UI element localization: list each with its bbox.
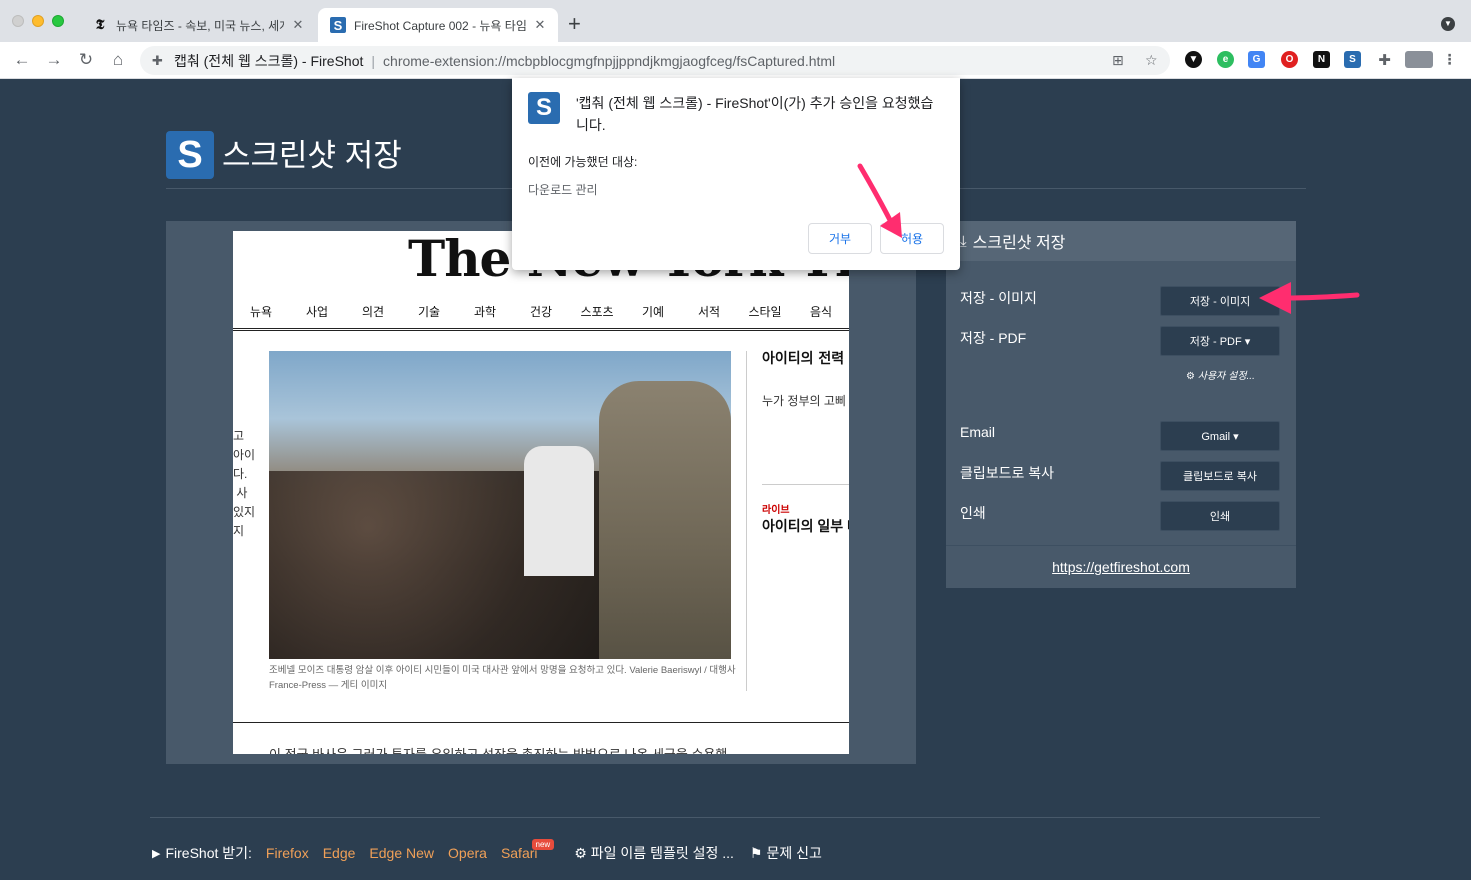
- new-tab-button[interactable]: +: [568, 11, 581, 37]
- forward-icon[interactable]: →: [44, 50, 64, 70]
- fireshot-popup-icon: S: [528, 92, 560, 124]
- footer: ▶ FireShot 받기: Firefox Edge Edge New Ope…: [152, 838, 822, 863]
- profile-avatar[interactable]: [1405, 51, 1433, 68]
- close-tab-icon[interactable]: ✕: [290, 17, 306, 33]
- play-icon: ▶: [152, 847, 161, 860]
- translate-icon[interactable]: ⊞: [1112, 52, 1124, 69]
- save-pdf-label: 저장 - PDF: [960, 330, 1027, 346]
- save-panel: ⤓ 스크린샷 저장 저장 - 이미지 저장 - 이미지 저장 - PDF 저장 …: [946, 221, 1296, 588]
- news-photo: [269, 351, 731, 659]
- more-menu-icon[interactable]: ⋮: [1441, 51, 1458, 68]
- fireshot-favicon-icon: S: [330, 17, 346, 33]
- arrow-annotation-save-image: [1259, 282, 1360, 314]
- nav-item: 건강: [529, 305, 553, 319]
- google-translate-icon[interactable]: G: [1248, 51, 1265, 68]
- back-icon[interactable]: ←: [12, 50, 32, 70]
- photo-figure: [524, 446, 594, 576]
- get-fireshot: ▶ FireShot 받기:: [152, 843, 252, 863]
- reload-icon[interactable]: ↻: [76, 50, 96, 70]
- screenshot-preview[interactable]: The New York Times 뉴욕 사업 의견 기술 과학 건강 스포츠…: [233, 231, 849, 754]
- previously-allowed-label: 이전에 가능했던 대상:: [528, 155, 638, 169]
- nav-item: 스포츠: [580, 305, 614, 319]
- email-label: Email: [960, 424, 996, 440]
- address-url: chrome-extension://mcbpblocgmgfnpjjppndj…: [383, 52, 836, 69]
- fireshot-website-link[interactable]: https://getfireshot.com: [946, 559, 1296, 575]
- fireshot-extension-icon[interactable]: S: [1344, 51, 1361, 68]
- nav-item: 과학: [473, 305, 497, 319]
- article-fragment-left: 고 아이 다. 사 있지 지: [233, 429, 256, 538]
- print-button[interactable]: 인쇄: [1160, 501, 1280, 531]
- panel-divider: [946, 545, 1296, 546]
- extension-arrow-icon[interactable]: ▼: [1185, 51, 1202, 68]
- page-title: 스크린샷 저장: [222, 138, 402, 173]
- nav-item: 음식: [809, 305, 833, 319]
- edge-link[interactable]: Edge: [323, 845, 356, 861]
- tab-fireshot[interactable]: S FireShot Capture 002 - 뉴욕 타임 ✕: [318, 8, 558, 42]
- permission-message: '캡춰 (전체 웹 스크롤) - FireShot'이(가) 추가 승인을 요청…: [576, 95, 934, 133]
- custom-settings-link[interactable]: ⚙ 사용자 설정...: [1186, 367, 1255, 382]
- side-text: 누가 정부의 고삐 대한 전쟁이 공개 분석가들은 복잡 투쟁이 가속화되: [762, 394, 849, 408]
- side-headline-2: 아이티의 일부 다. 다음은 위기: [762, 518, 849, 534]
- footer-divider: [150, 817, 1320, 818]
- notion-icon[interactable]: N: [1313, 51, 1330, 68]
- adblock-icon[interactable]: O: [1281, 51, 1298, 68]
- address-site-name: 캡춰 (전체 웹 스크롤) - FireShot: [174, 52, 364, 69]
- save-pdf-button[interactable]: 저장 - PDF ▾: [1160, 326, 1280, 356]
- print-label: 인쇄: [960, 505, 986, 521]
- tab-strip: 𝕿 뉴욕 타임즈 - 속보, 미국 뉴스, 세계 ✕ S FireShot Ca…: [0, 0, 1471, 42]
- permission-item: 다운로드 관리: [528, 183, 598, 197]
- nav-item: 서적: [697, 305, 721, 319]
- extension-puzzle-icon: ✚: [152, 52, 163, 68]
- side-headline: 아이티의 전력 Kingmaker의: [762, 351, 849, 367]
- window-minimize-button[interactable]: [32, 15, 44, 27]
- copy-clipboard-button[interactable]: 클립보드로 복사: [1160, 461, 1280, 491]
- nav-item: 뉴욕: [249, 305, 273, 319]
- window-zoom-button[interactable]: [52, 15, 64, 27]
- report-issue-link[interactable]: 문제 신고: [766, 843, 821, 863]
- nav-item: 의견: [361, 305, 385, 319]
- nav-item: 기술: [417, 305, 441, 319]
- flag-icon: ⚑: [749, 844, 763, 861]
- photo-caption: 조베넬 모이즈 대통령 암살 이후 아이티 시민들이 미국 대사관 앞에서 망명…: [269, 665, 736, 691]
- tab-title: FireShot Capture 002 - 뉴욕 타임: [354, 18, 526, 33]
- live-label: 라이브: [762, 505, 790, 516]
- nav-item: 기예: [641, 305, 665, 319]
- side-divider: [762, 484, 849, 485]
- evernote-icon[interactable]: e: [1217, 51, 1234, 68]
- bottom-divider: [233, 722, 849, 723]
- firefox-link[interactable]: Firefox: [266, 845, 309, 861]
- download-icon: ⤓: [960, 232, 967, 250]
- nyt-favicon-icon: 𝕿: [95, 17, 105, 33]
- panel-title: 스크린샷 저장: [972, 235, 1066, 252]
- clipboard-label: 클립보드로 복사: [960, 465, 1055, 481]
- close-tab-icon[interactable]: ✕: [532, 17, 548, 33]
- opera-link[interactable]: Opera: [448, 845, 487, 861]
- tab-search-icon[interactable]: ▼: [1441, 17, 1455, 31]
- fireshot-logo: S: [166, 131, 214, 179]
- photo-soldier: [599, 381, 731, 659]
- nav-item: 사업: [305, 305, 329, 319]
- nav-item: 스타일: [748, 305, 782, 319]
- column-divider: [746, 351, 747, 691]
- new-badge: new: [531, 838, 555, 850]
- nyt-nav: 뉴욕 사업 의견 기술 과학 건강 스포츠 기예 서적 스타일 음식: [233, 295, 849, 331]
- home-icon[interactable]: ⌂: [108, 50, 128, 70]
- address-separator: |: [371, 52, 376, 69]
- panel-header: ⤓ 스크린샷 저장: [946, 221, 1296, 261]
- tab-nytimes[interactable]: 𝕿 뉴욕 타임즈 - 속보, 미국 뉴스, 세계 ✕: [80, 8, 316, 42]
- window-close-button[interactable]: [12, 15, 24, 27]
- arrow-annotation-allow: [857, 163, 902, 238]
- get-fireshot-label: FireShot 받기:: [165, 845, 252, 861]
- extensions-menu-icon[interactable]: ✚: [1376, 51, 1393, 69]
- gmail-button[interactable]: Gmail ▾: [1160, 421, 1280, 451]
- save-image-label: 저장 - 이미지: [960, 290, 1037, 306]
- filename-template-link[interactable]: 파일 이름 템플릿 설정 ...: [591, 843, 734, 863]
- tab-title: 뉴욕 타임즈 - 속보, 미국 뉴스, 세계: [116, 18, 284, 33]
- bookmark-star-icon[interactable]: ☆: [1145, 52, 1158, 69]
- address-bar[interactable]: ✚ 캡춰 (전체 웹 스크롤) - FireShot | chrome-exte…: [140, 46, 1170, 75]
- edge-new-link[interactable]: Edge New: [369, 845, 434, 861]
- bottom-text: 이 정국 바사운 그러가 투자를 유입하고 성장을 촉진하는 방법으로 나온 세…: [269, 744, 727, 754]
- gear-icon: ⚙: [574, 844, 587, 861]
